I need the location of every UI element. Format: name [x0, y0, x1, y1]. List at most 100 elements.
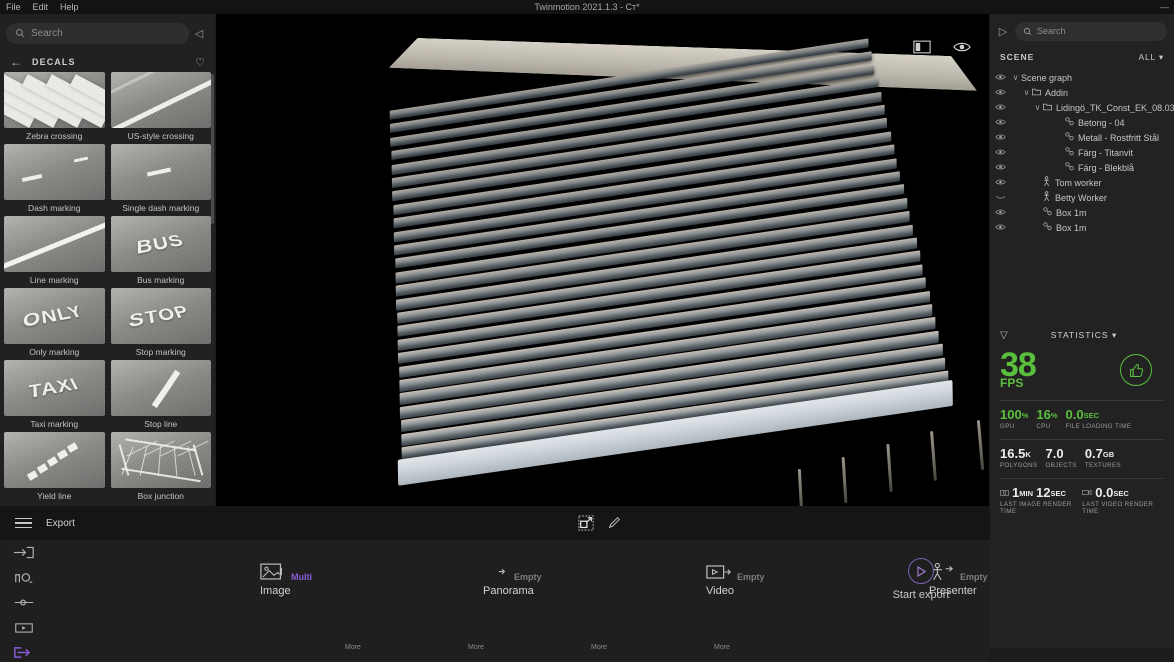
- library-item-thumbnail[interactable]: [110, 72, 211, 128]
- library-item-thumbnail[interactable]: [110, 432, 211, 488]
- media-option-image[interactable]: Multi Image: [260, 556, 370, 597]
- image-icon: [260, 562, 286, 582]
- statistic-unit: MIN: [1019, 488, 1033, 498]
- library-item-thumbnail[interactable]: BUS: [110, 216, 211, 272]
- library-item[interactable]: Dash marking: [4, 144, 105, 216]
- viewport-3d[interactable]: [216, 14, 989, 506]
- heart-icon[interactable]: ♡: [195, 56, 205, 69]
- media-video-icon[interactable]: [13, 621, 35, 635]
- start-export-label: Start export: [892, 589, 950, 601]
- statistics-title[interactable]: STATISTICS ▾: [1018, 330, 1164, 341]
- divider: [1000, 478, 1164, 479]
- export-icon[interactable]: [13, 646, 35, 660]
- media-option-label: Image: [260, 585, 291, 597]
- scene-tree-item[interactable]: Tom worker: [990, 175, 1174, 190]
- scene-panel: ▷ Search SCENE ALL ▾ ∨ Scene graph ∨ Addin ∨…: [990, 14, 1174, 648]
- eye-visible-icon[interactable]: [990, 103, 1010, 113]
- library-item-thumbnail[interactable]: TAXI: [4, 360, 105, 416]
- scene-tree-item[interactable]: Färg - Titanvit: [990, 145, 1174, 160]
- library-item[interactable]: Single dash marking: [110, 144, 211, 216]
- library-item[interactable]: Zebra crossing: [4, 72, 105, 144]
- scene-tree-item[interactable]: Betong - 04: [990, 115, 1174, 130]
- eye-visible-icon[interactable]: [990, 73, 1010, 83]
- scene-header: SCENE ALL ▾: [990, 48, 1174, 66]
- scene-tree-item[interactable]: Metall - Rostfritt Stål: [990, 130, 1174, 145]
- library-item-thumbnail[interactable]: [110, 360, 211, 416]
- library-grid-scroll[interactable]: Zebra crossing US-style crossing Dash mark…: [0, 72, 215, 506]
- scene-tree-item[interactable]: Betty Worker: [990, 190, 1174, 205]
- import-icon[interactable]: [13, 546, 35, 560]
- library-item[interactable]: TAXI Taxi marking: [4, 360, 105, 432]
- statistic-label: FILE LOADING TIME: [1065, 423, 1132, 430]
- library-item-thumbnail[interactable]: [110, 144, 211, 200]
- library-search-input[interactable]: Search: [6, 22, 189, 44]
- tree-caret-icon[interactable]: ∨: [1021, 88, 1032, 97]
- scene-tree-item[interactable]: ∨ Lidingö_TK_Const_EK_08.03.2019: [990, 100, 1174, 115]
- scene-tree-item[interactable]: ∨ Scene graph: [990, 70, 1174, 85]
- scene-tree-item[interactable]: Färg - Blekblå: [990, 160, 1174, 175]
- eye-hidden-icon[interactable]: [990, 193, 1010, 203]
- eye-visible-icon[interactable]: [990, 133, 1010, 143]
- tree-caret-icon[interactable]: ∨: [1032, 103, 1043, 112]
- more-link[interactable]: More: [591, 644, 607, 651]
- eye-icon[interactable]: [953, 40, 971, 56]
- more-link[interactable]: More: [345, 644, 361, 651]
- tree-caret-icon[interactable]: ∨: [1010, 73, 1021, 82]
- library-item[interactable]: US-style crossing: [110, 72, 211, 144]
- settings-slider-icon[interactable]: [13, 596, 35, 610]
- statistic-unit: SEC: [1113, 488, 1129, 498]
- eye-visible-icon[interactable]: [990, 208, 1010, 218]
- eye-visible-icon[interactable]: [990, 178, 1010, 188]
- expand-right-icon[interactable]: ▷: [997, 25, 1009, 38]
- library-item-label: Taxi marking: [30, 419, 79, 429]
- eye-visible-icon[interactable]: [990, 223, 1010, 233]
- library-item-thumbnail[interactable]: [4, 72, 105, 128]
- scene-tree-item[interactable]: Box 1m: [990, 205, 1174, 220]
- more-link[interactable]: More: [468, 644, 484, 651]
- arrow-left-icon[interactable]: ←: [10, 55, 22, 69]
- eye-visible-icon[interactable]: [990, 118, 1010, 128]
- library-item[interactable]: BUS Bus marking: [110, 216, 211, 288]
- library-item-thumbnail[interactable]: [4, 432, 105, 488]
- library-item[interactable]: Yield line: [4, 432, 105, 504]
- media-option-state: Empty: [737, 572, 765, 582]
- eye-visible-icon[interactable]: [990, 148, 1010, 158]
- library-item[interactable]: Stop line: [110, 360, 211, 432]
- scene-search-input[interactable]: Search: [1015, 21, 1167, 41]
- eye-visible-icon[interactable]: [990, 88, 1010, 98]
- library-item-label: Bus marking: [137, 275, 185, 285]
- panel-layout-icon[interactable]: [913, 40, 931, 56]
- media-option-state: Empty: [514, 572, 542, 582]
- library-item[interactable]: Box junction: [110, 432, 211, 504]
- measure-icon[interactable]: [13, 571, 35, 585]
- library-item[interactable]: STOP Stop marking: [110, 288, 211, 360]
- media-option-video[interactable]: Empty Video: [706, 556, 816, 597]
- scene-tree-item[interactable]: Box 1m: [990, 220, 1174, 235]
- scene-tree-item[interactable]: ∨ Addin: [990, 85, 1174, 100]
- texture-overlay: [110, 360, 211, 416]
- statistic-label: LAST IMAGE RENDER TIME: [1000, 501, 1072, 515]
- library-item-thumbnail[interactable]: [4, 216, 105, 272]
- fps-row: 38 FPS: [1000, 344, 1164, 396]
- collapse-left-icon[interactable]: ◁: [189, 27, 209, 40]
- minimize-icon[interactable]: —: [1160, 2, 1169, 12]
- pencil-icon[interactable]: [606, 515, 622, 531]
- library-item-thumbnail[interactable]: STOP: [110, 288, 211, 344]
- library-item[interactable]: ONLY Only marking: [4, 288, 105, 360]
- library-scrollbar[interactable]: [211, 74, 214, 224]
- media-option-panorama[interactable]: Empty Panorama: [483, 556, 593, 597]
- statistic-unit: K: [1025, 449, 1031, 459]
- scene-filter-dropdown[interactable]: ALL ▾: [1139, 52, 1164, 63]
- statistic-label: OBJECTS: [1045, 462, 1077, 469]
- start-export-button[interactable]: Start export: [880, 558, 962, 601]
- library-item-thumbnail[interactable]: ONLY: [4, 288, 105, 344]
- collapse-down-icon[interactable]: ▽: [1000, 330, 1018, 341]
- more-link[interactable]: More: [714, 644, 730, 651]
- mesh-icon: [1065, 162, 1074, 173]
- library-item[interactable]: Line marking: [4, 216, 105, 288]
- library-item-thumbnail[interactable]: [4, 144, 105, 200]
- library-item-label: US-style crossing: [127, 131, 194, 141]
- hamburger-menu-icon[interactable]: [0, 517, 46, 529]
- resize-canvas-icon[interactable]: [578, 515, 594, 531]
- eye-visible-icon[interactable]: [990, 163, 1010, 173]
